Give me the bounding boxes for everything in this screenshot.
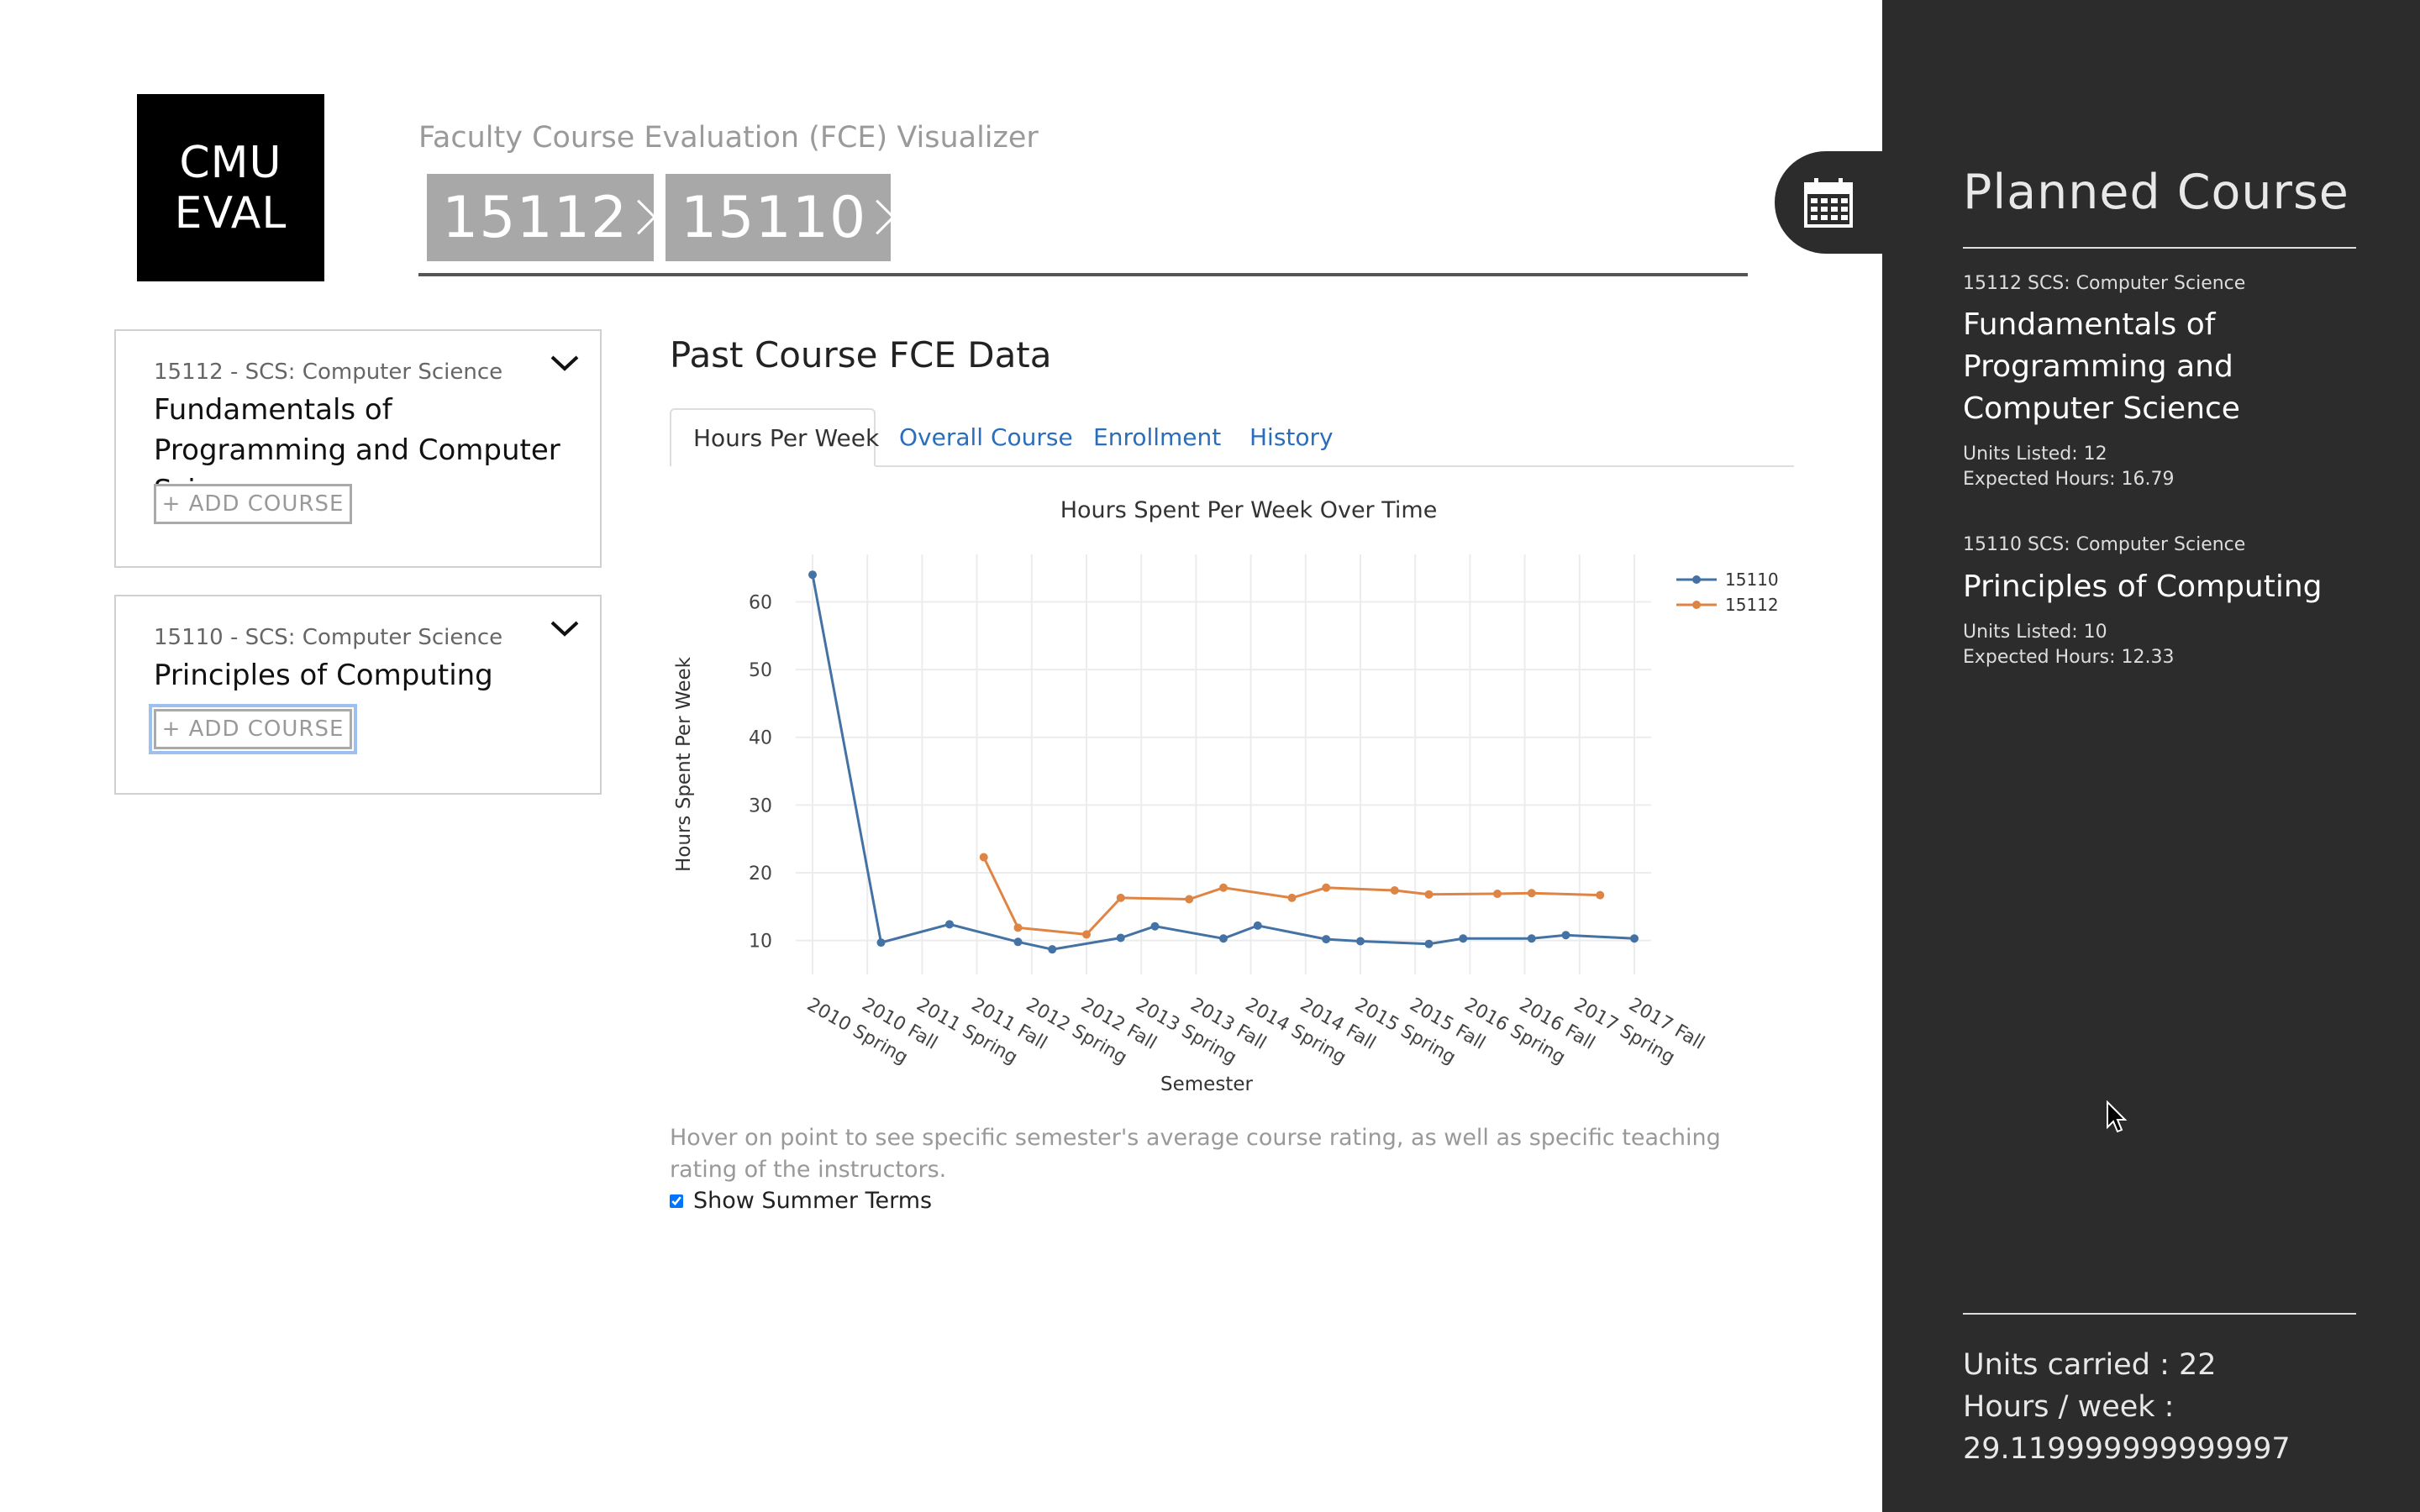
data-point-15112 bbox=[1219, 883, 1228, 892]
chevron-down-icon[interactable] bbox=[550, 618, 580, 638]
data-point-15110 bbox=[1424, 939, 1434, 948]
tab-overall-course[interactable]: Overall Course bbox=[899, 408, 1073, 465]
hours-per-week-value: 29.119999999999997 bbox=[1963, 1432, 2291, 1466]
data-point-15112 bbox=[1596, 890, 1605, 900]
show-summer-checkbox[interactable] bbox=[670, 1194, 683, 1208]
data-point-15110 bbox=[876, 938, 886, 948]
planned-course-name: Fundamentals of Programming and Computer… bbox=[1963, 307, 2240, 426]
data-point-15110 bbox=[1048, 945, 1057, 954]
data-point-15110 bbox=[1322, 935, 1331, 944]
logo-line-2: EVAL bbox=[174, 187, 287, 239]
hours-chart-svg: Hours Spent Per Week Over Time2010 Sprin… bbox=[673, 497, 1779, 1095]
logo-line-1: CMU bbox=[179, 137, 282, 188]
course-name: Principles of Computing bbox=[154, 659, 493, 692]
data-point-15112 bbox=[1185, 895, 1194, 904]
calendar-toggle-button[interactable] bbox=[1775, 151, 1882, 254]
data-point-15112 bbox=[1390, 886, 1399, 895]
y-tick-label: 40 bbox=[749, 728, 772, 749]
course-dept: 15110 - SCS: Computer Science bbox=[154, 625, 503, 650]
y-tick-label: 60 bbox=[749, 592, 772, 613]
data-point-15110 bbox=[1356, 937, 1365, 946]
planned-course-units: Units Listed: 10 bbox=[1963, 622, 2107, 643]
chart-tabs: Hours Per Week Overall Course Enrollment… bbox=[670, 408, 1794, 467]
course-chip-15112[interactable]: 15112 bbox=[427, 174, 654, 261]
legend-label-15112: 15112 bbox=[1725, 595, 1779, 615]
data-point-15112 bbox=[1013, 923, 1023, 932]
chart-title: Hours Spent Per Week Over Time bbox=[1060, 497, 1438, 523]
planned-course-name: Principles of Computing bbox=[1963, 570, 2323, 604]
close-icon[interactable] bbox=[873, 197, 879, 238]
data-point-15112 bbox=[1527, 889, 1536, 898]
legend-label-15110: 15110 bbox=[1725, 570, 1779, 590]
legend-marker-15112 bbox=[1692, 601, 1701, 609]
data-point-15112 bbox=[1322, 883, 1331, 892]
cmu-eval-logo[interactable]: CMU EVAL bbox=[137, 94, 324, 281]
y-tick-label: 50 bbox=[749, 660, 772, 681]
close-icon[interactable] bbox=[634, 197, 642, 238]
data-point-15112 bbox=[1287, 893, 1297, 902]
chart-hint: Hover on point to see specific semester'… bbox=[670, 1125, 1721, 1183]
data-point-15110 bbox=[945, 920, 954, 929]
planned-course-dept: 15110 SCS: Computer Science bbox=[1963, 534, 2246, 555]
planned-course-sidebar: Planned Course 15112 SCS: Computer Scien… bbox=[1882, 0, 2420, 1512]
data-point-15110 bbox=[1561, 931, 1570, 940]
y-tick-label: 20 bbox=[749, 864, 772, 885]
data-point-15110 bbox=[1150, 921, 1160, 931]
sidebar-divider bbox=[1963, 1313, 2356, 1315]
course-card-15110: 15110 - SCS: Computer Science Principles… bbox=[114, 595, 602, 795]
calendar-icon bbox=[1804, 178, 1853, 228]
planned-course-hours: Expected Hours: 12.33 bbox=[1963, 647, 2175, 668]
chevron-down-icon[interactable] bbox=[550, 353, 580, 373]
chip-label: 15112 bbox=[442, 184, 629, 251]
data-point-15112 bbox=[1116, 893, 1125, 902]
hours-per-week-label: Hours / week : bbox=[1963, 1390, 2175, 1424]
y-axis-label: Hours Spent Per Week bbox=[673, 656, 695, 872]
add-course-button[interactable]: + ADD COURSE bbox=[149, 704, 357, 754]
sidebar-divider bbox=[1963, 247, 2356, 249]
data-point-15110 bbox=[1253, 921, 1262, 930]
add-course-button[interactable]: + ADD COURSE bbox=[154, 484, 352, 524]
chip-label: 15110 bbox=[681, 184, 867, 251]
hours-chart: Hours Spent Per Week Over Time 2010 Sprin… bbox=[670, 487, 1794, 1100]
course-dept: 15112 - SCS: Computer Science bbox=[154, 360, 503, 385]
mouse-cursor-icon bbox=[2107, 1100, 2128, 1133]
data-point-15112 bbox=[1082, 930, 1091, 939]
show-summer-label: Show Summer Terms bbox=[693, 1188, 933, 1214]
planned-course-units: Units Listed: 12 bbox=[1963, 444, 2107, 465]
tab-history[interactable]: History bbox=[1249, 408, 1334, 465]
data-point-15110 bbox=[1630, 934, 1639, 943]
y-tick-label: 30 bbox=[749, 795, 772, 816]
x-axis-label: Semester bbox=[1160, 1074, 1253, 1095]
app-title: Faculty Course Evaluation (FCE) Visualiz… bbox=[418, 121, 1039, 155]
y-tick-label: 10 bbox=[749, 932, 772, 953]
data-point-15110 bbox=[1013, 937, 1023, 947]
tab-hours-per-week[interactable]: Hours Per Week bbox=[670, 408, 879, 467]
course-search-bar[interactable]: 15112 15110 bbox=[418, 171, 1748, 276]
data-point-15112 bbox=[979, 853, 988, 862]
data-point-15110 bbox=[1219, 934, 1228, 943]
planned-course-dept: 15112 SCS: Computer Science bbox=[1963, 273, 2246, 294]
legend-marker-15110 bbox=[1692, 575, 1701, 584]
planned-course-hours: Expected Hours: 16.79 bbox=[1963, 469, 2175, 490]
sidebar-totals: Units carried : 22 Hours / week : 29.119… bbox=[1963, 1344, 2291, 1470]
units-carried: Units carried : 22 bbox=[1963, 1348, 2217, 1382]
data-point-15112 bbox=[1424, 890, 1434, 899]
data-point-15112 bbox=[1493, 890, 1502, 899]
sidebar-title: Planned Course bbox=[1963, 165, 2349, 220]
show-summer-terms-toggle[interactable]: Show Summer Terms bbox=[670, 1188, 932, 1214]
data-point-15110 bbox=[808, 570, 817, 580]
tab-enrollment[interactable]: Enrollment bbox=[1093, 408, 1221, 465]
course-chip-15110[interactable]: 15110 bbox=[666, 174, 891, 261]
section-title: Past Course FCE Data bbox=[670, 334, 1052, 375]
course-card-15112: 15112 - SCS: Computer Science Fundamenta… bbox=[114, 329, 602, 568]
data-point-15110 bbox=[1459, 934, 1468, 943]
data-point-15110 bbox=[1116, 933, 1125, 942]
data-point-15110 bbox=[1527, 934, 1536, 943]
